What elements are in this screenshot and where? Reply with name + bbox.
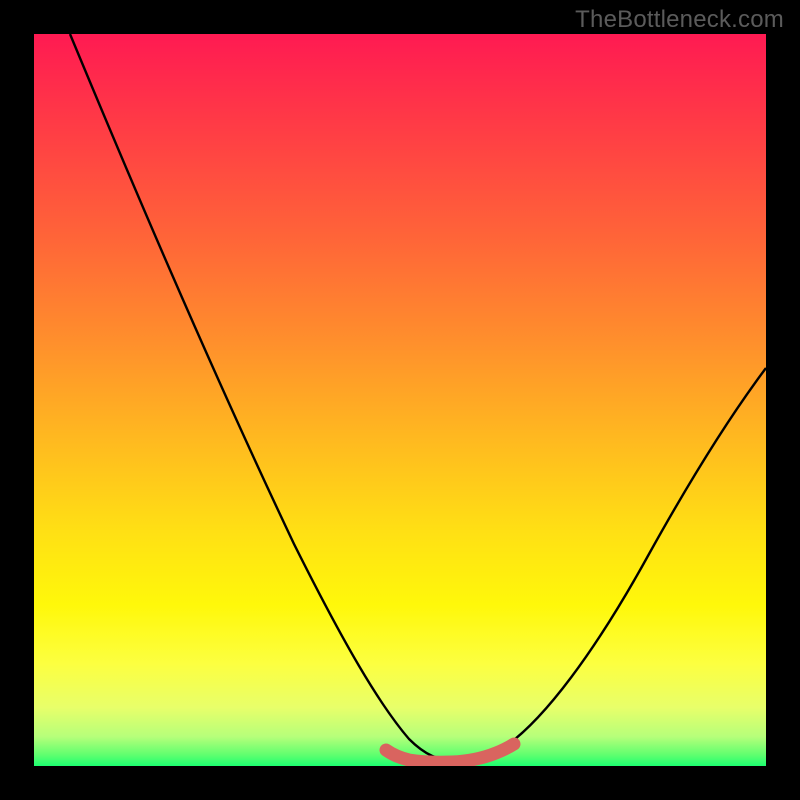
- plot-area: [34, 34, 766, 766]
- chart-frame: TheBottleneck.com: [0, 0, 800, 800]
- bottleneck-curve: [70, 34, 766, 761]
- watermark-text: TheBottleneck.com: [575, 6, 784, 34]
- curve-layer: [34, 34, 766, 766]
- optimal-zone-marker: [386, 744, 514, 762]
